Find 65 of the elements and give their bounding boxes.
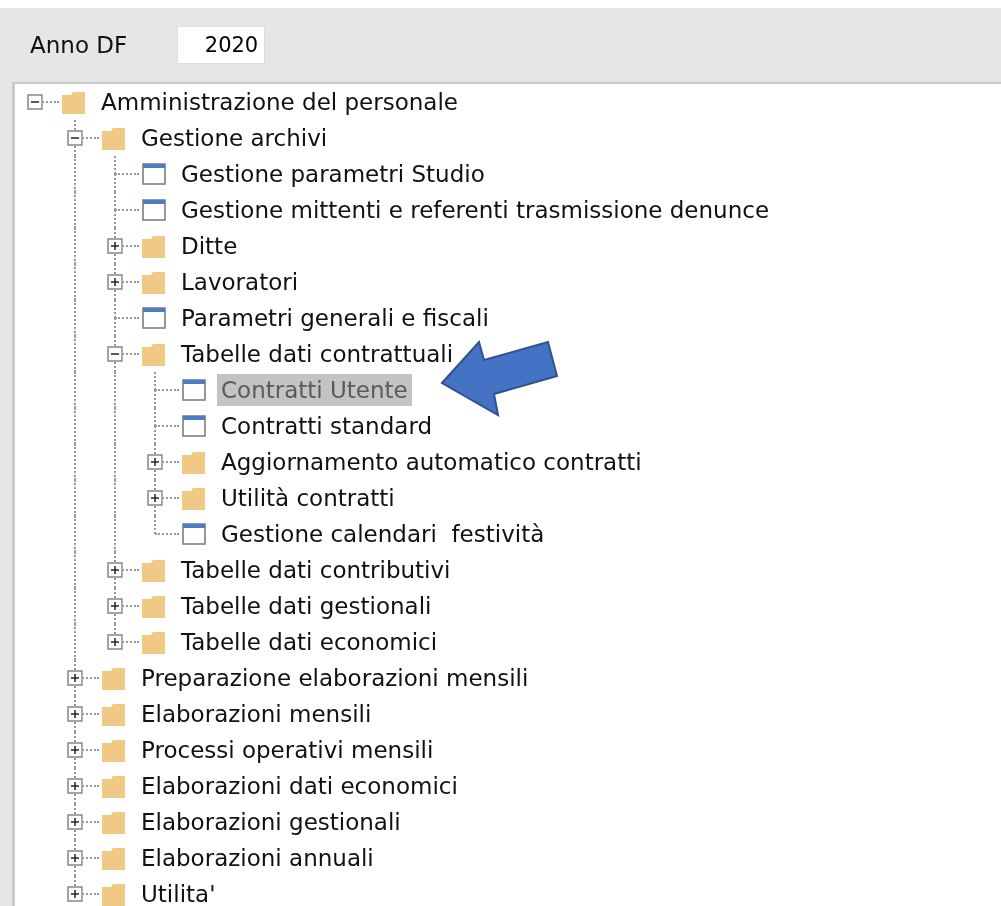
- folder-icon: [141, 233, 167, 259]
- folder-icon: [141, 557, 167, 583]
- folder-icon: [141, 341, 167, 367]
- tree-item[interactable]: Tabelle dati contrattuali: [177, 338, 458, 370]
- folder-icon: [141, 629, 167, 655]
- collapse-toggle[interactable]: [27, 94, 43, 110]
- tree-item[interactable]: Tabelle dati contributivi: [177, 554, 455, 586]
- expand-toggle[interactable]: [107, 634, 123, 650]
- folder-icon: [141, 593, 167, 619]
- tree-item[interactable]: Tabelle dati gestionali: [177, 590, 436, 622]
- tree-item[interactable]: Preparazione elaborazioni mensili: [137, 662, 533, 694]
- expand-toggle[interactable]: [67, 778, 83, 794]
- folder-icon: [141, 269, 167, 295]
- folder-icon: [101, 881, 127, 906]
- tree-item[interactable]: Tabelle dati economici: [177, 626, 442, 658]
- window-icon: [181, 377, 207, 403]
- tree-item[interactable]: Ditte: [177, 230, 242, 262]
- expand-toggle[interactable]: [147, 490, 163, 506]
- field-label: Anno DF: [30, 30, 128, 60]
- folder-icon: [101, 737, 127, 763]
- expand-toggle[interactable]: [107, 598, 123, 614]
- expand-toggle[interactable]: [107, 274, 123, 290]
- folder-icon: [181, 449, 207, 475]
- expand-toggle[interactable]: [67, 850, 83, 866]
- tree-item[interactable]: Gestione parametri Studio: [177, 158, 489, 190]
- tree-item[interactable]: Elaborazioni gestionali: [137, 806, 405, 838]
- window-icon: [181, 413, 207, 439]
- tree-item[interactable]: Lavoratori: [177, 266, 303, 298]
- tree-item[interactable]: Gestione archivi: [137, 122, 332, 154]
- collapse-toggle[interactable]: [107, 346, 123, 362]
- expand-toggle[interactable]: [67, 814, 83, 830]
- folder-icon: [181, 485, 207, 511]
- tree-item[interactable]: Processi operativi mensili: [137, 734, 438, 766]
- window-icon: [181, 521, 207, 547]
- window-icon: [141, 161, 167, 187]
- tree-item[interactable]: Utilità contratti: [217, 482, 399, 514]
- tree-item[interactable]: Gestione mittenti e referenti trasmissione denunce: [177, 194, 774, 226]
- folder-icon: [101, 845, 127, 871]
- tree-item[interactable]: Elaborazioni dati economici: [137, 770, 462, 802]
- folder-icon: [101, 809, 127, 835]
- folder-icon: [61, 89, 87, 115]
- expand-toggle[interactable]: [67, 706, 83, 722]
- folder-icon: [101, 773, 127, 799]
- tree-item[interactable]: Contratti standard: [217, 410, 437, 442]
- year-input-field[interactable]: 2020: [177, 26, 266, 64]
- expand-toggle[interactable]: [147, 454, 163, 470]
- folder-icon: [101, 125, 127, 151]
- folder-icon: [101, 701, 127, 727]
- tree-item[interactable]: Aggiornamento automatico contratti: [217, 446, 646, 478]
- tree-item[interactable]: Elaborazioni mensili: [137, 698, 376, 730]
- window-icon: [141, 305, 167, 331]
- window-icon: [141, 197, 167, 223]
- expand-toggle[interactable]: [67, 886, 83, 902]
- tree-item[interactable]: Elaborazioni annuali: [137, 842, 378, 874]
- expand-toggle[interactable]: [107, 562, 123, 578]
- expand-toggle[interactable]: [67, 742, 83, 758]
- tree-item[interactable]: Contratti Utente: [217, 374, 412, 406]
- tree-item[interactable]: Amministrazione del personale: [97, 86, 462, 118]
- tree-item[interactable]: Gestione calendari festività: [217, 518, 549, 550]
- folder-icon: [101, 665, 127, 691]
- tree-item[interactable]: Utilita': [137, 878, 220, 906]
- collapse-toggle[interactable]: [67, 130, 83, 146]
- tree-item[interactable]: Parametri generali e fiscali: [177, 302, 493, 334]
- expand-toggle[interactable]: [107, 238, 123, 254]
- expand-toggle[interactable]: [67, 670, 83, 686]
